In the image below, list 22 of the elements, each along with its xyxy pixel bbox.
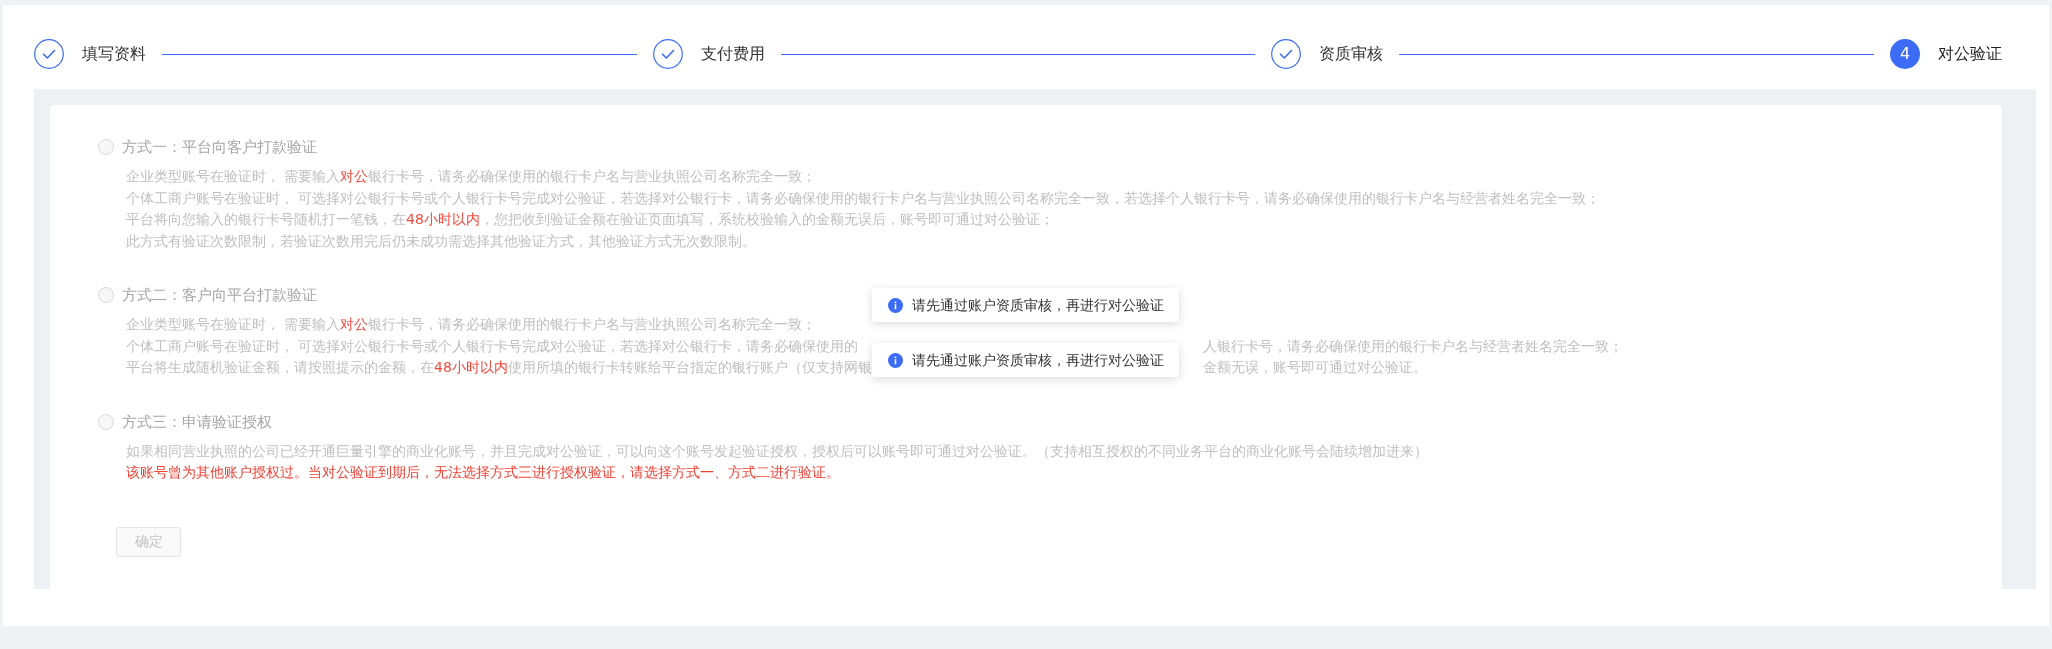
step-label: 填写资料 [82,43,146,65]
option-title: 方式二：客户向平台打款验证 [122,285,317,306]
step-label: 支付费用 [700,43,765,65]
description-text: 平台将生成随机验证金额，请按照提示的金额，在48小时以内使用所填的银行卡转账给平台指定的银行账户（仅支持网银 [126,359,872,375]
description-text: 企业类型账号在验证时， 需要输入对公银行卡号，请务必确保使用的银行卡户名与营业执照公司名称完全一致； [126,315,817,334]
description-text: 个体工商户账号在验证时， 可选择对公银行卡号或个人银行卡号完成对公验证，若选择对公银行卡，请务必确保使用的 [126,337,859,354]
description-text: 人银行卡号，请务必确保使用的银行卡户名与经营者姓名完全一致； [1203,336,1623,356]
description-text: 如果相同营业执照的公司已经开通巨量引擎的商业化账号，并且完成对公验证，可以向这个账号发起验证授权，授权后可以账号即可通过对公验证。（支持相互授权的不同业务平台的商业化账号会陆续增加进来） [126,441,1428,461]
step-label: 对公验证 [1938,43,2002,65]
info-icon [888,297,903,313]
toast-text: 请先通过账户资质审核，再进行对公验证 [912,350,1164,370]
description-text: 个体工商户账号在验证时， 可选择对公银行卡号或个人银行卡号完成对公验证，若选择对公银行卡，请务必确保使用的银行卡户名与营业执照公司名称完全一致，若选择个人银行卡号，请务必确保使用的银行卡户名与经营者姓名完全一致； [126,188,1601,208]
toast-text: 请先通过账户资质审核，再进行对公验证 [912,295,1164,315]
description-text: 企业类型账号在验证时， 需要输入对公银行卡号，请务必确保使用的银行卡户名与营业执照公司名称完全一致； [126,167,817,186]
step-label: 资质审核 [1319,43,1384,65]
info-icon [888,352,903,368]
description-text: 平台将向您输入的银行卡号随机打一笔钱，在48小时以内，您把收到验证金额在验证页面填写，系统校验输入的金额无误后，账号即可通过对公验证； [126,210,1054,229]
description-text: 金额无误，账号即可通过对公验证。 [1203,358,1427,377]
warning-text: 该账号曾为其他账户授权过。当对公验证到期后，无法选择方式三进行授权验证，请选择方式一、方式二进行验证。 [126,463,840,482]
description-text: 此方式有验证次数限制，若验证次数用完后仍未成功需选择其他验证方式，其他验证方式无次数限制。 [126,231,756,251]
option-title: 方式一：平台向客户打款验证 [122,137,317,158]
option-title: 方式三：申请验证授权 [122,411,272,433]
